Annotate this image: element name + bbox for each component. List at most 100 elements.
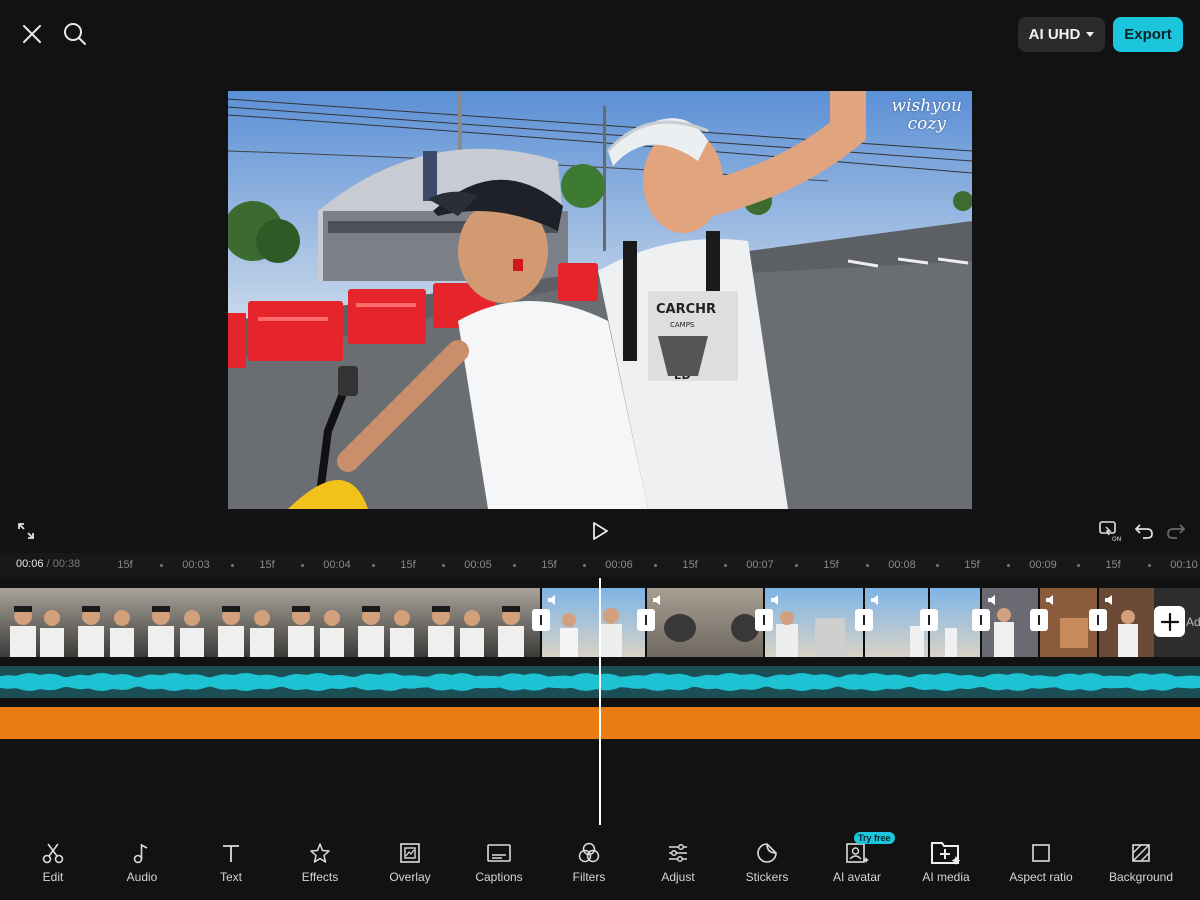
play-button[interactable]	[586, 516, 614, 546]
add-label: Add	[1186, 615, 1200, 629]
tool-captions[interactable]: Captions	[454, 836, 544, 892]
ruler-tick-label: 00:05	[464, 559, 492, 571]
tool-ai-media[interactable]: AI media	[901, 836, 991, 892]
aspect-ratio-icon	[1032, 844, 1050, 862]
ruler-dot	[442, 564, 445, 567]
clip-street-1	[541, 588, 645, 657]
ai-avatar-icon	[846, 843, 869, 863]
tool-text[interactable]: Text	[186, 836, 276, 892]
ruler-dot	[371, 564, 375, 567]
preview-frame: CARCHR CAMPS ED	[228, 91, 972, 509]
tool-label: Background	[1108, 870, 1174, 884]
undo-button[interactable]	[1130, 516, 1158, 546]
effects-star-icon	[310, 843, 330, 863]
ruler-dot	[1006, 564, 1010, 567]
quality-label: AI UHD	[1028, 26, 1081, 43]
ruler-tick-label: 15f	[259, 559, 275, 571]
tool-label: Audio	[126, 870, 158, 884]
tool-label: Captions	[475, 870, 523, 884]
tool-label: Aspect ratio	[1009, 870, 1073, 884]
ruler-dot	[512, 564, 516, 567]
keyframe-preview-toggle[interactable]: ON	[1096, 516, 1126, 546]
preview-toggle-on-icon: ON	[1099, 521, 1121, 542]
caret-down-icon	[1086, 31, 1095, 37]
tool-label: Adjust	[661, 870, 695, 884]
tool-background[interactable]: Background	[1096, 836, 1186, 892]
transition-button[interactable]	[855, 609, 873, 631]
sticker-icon	[757, 843, 777, 863]
tool-aspect-ratio[interactable]: Aspect ratio	[996, 836, 1086, 892]
clip-car-interior	[0, 588, 540, 657]
tool-edit[interactable]: Edit	[8, 836, 98, 892]
ruler-dot	[653, 564, 657, 567]
ruler-tick-label: 00:09	[1029, 559, 1057, 571]
tool-stickers[interactable]: Stickers	[722, 836, 812, 892]
tool-label: Stickers	[745, 870, 789, 884]
timeline-ruler[interactable]: 00:06 / 00:38 15f 00:03 15f 00:04 15f 00:05 15…	[0, 553, 1200, 577]
transport-bar: ON	[0, 516, 1200, 548]
filters-icon	[578, 842, 600, 863]
shirt-print-line1: CARCHR	[656, 302, 716, 317]
ruler-dot	[865, 564, 869, 567]
timecode-display: 00:06 / 00:38	[16, 558, 80, 570]
tool-label: Overlay	[389, 870, 431, 884]
transition-button[interactable]	[1089, 609, 1107, 631]
close-icon	[23, 25, 41, 43]
ruler-tick-label: 15f	[541, 559, 557, 571]
current-time: 00:06	[16, 558, 44, 570]
tool-adjust[interactable]: Adjust	[633, 836, 723, 892]
playhead[interactable]	[599, 578, 601, 825]
ruler-tick-label: 00:03	[182, 559, 210, 571]
tool-filters[interactable]: Filters	[544, 836, 634, 892]
fullscreen-button[interactable]	[12, 516, 40, 546]
captions-icon	[487, 844, 511, 862]
add-clip-button[interactable]	[1154, 606, 1185, 637]
tool-audio[interactable]: Audio	[97, 836, 187, 892]
ruler-tick-label: 15f	[1105, 559, 1121, 571]
time-separator: /	[46, 558, 50, 570]
plus-icon	[1160, 612, 1179, 631]
ruler-dot	[794, 564, 798, 567]
transition-button[interactable]	[920, 609, 938, 631]
watermark-line2: cozy	[907, 114, 946, 134]
ai-media-icon	[931, 842, 961, 865]
scissors-icon	[42, 843, 64, 864]
undo-icon	[1135, 524, 1153, 539]
ruler-dot	[159, 564, 163, 567]
tool-label: Filters	[572, 870, 606, 884]
bottom-toolbar: Edit Audio Text Effects Overlay Captions…	[0, 836, 1200, 900]
ruler-dot	[724, 564, 727, 567]
transition-button[interactable]	[972, 609, 990, 631]
close-button[interactable]	[16, 18, 48, 50]
ruler-tick-label: 15f	[117, 559, 133, 571]
tool-label: Edit	[42, 870, 64, 884]
background-icon	[1132, 844, 1150, 862]
tool-overlay[interactable]: Overlay	[365, 836, 455, 892]
overlay-icon	[400, 843, 420, 863]
top-bar: AI UHD Export	[0, 0, 1200, 70]
search-button[interactable]	[59, 18, 91, 50]
export-button[interactable]: Export	[1113, 17, 1183, 52]
try-free-badge: Try free	[854, 832, 895, 844]
ruler-dot	[230, 564, 234, 567]
quality-dropdown[interactable]: AI UHD	[1018, 17, 1105, 52]
video-preview[interactable]: CARCHR CAMPS ED wishyou cozy	[228, 91, 972, 509]
tool-effects[interactable]: Effects	[275, 836, 365, 892]
fullscreen-icon	[18, 523, 34, 539]
tool-ai-avatar[interactable]: AI avatar	[812, 836, 902, 892]
ruler-tick-label: 00:10	[1170, 559, 1198, 571]
text-icon	[223, 845, 239, 862]
transition-button[interactable]	[532, 609, 550, 631]
svg-text:ON: ON	[1112, 536, 1121, 542]
ruler-tick-label: 15f	[964, 559, 980, 571]
redo-button[interactable]	[1162, 516, 1190, 546]
ruler-tick-label: 00:07	[746, 559, 774, 571]
transition-button[interactable]	[637, 609, 655, 631]
ruler-dot	[1147, 564, 1151, 567]
transition-button[interactable]	[755, 609, 773, 631]
ruler-tick-label: 15f	[823, 559, 839, 571]
redo-icon	[1167, 524, 1185, 539]
ruler-tick-label: 15f	[682, 559, 698, 571]
tool-label: AI avatar	[832, 870, 882, 884]
transition-button[interactable]	[1030, 609, 1048, 631]
